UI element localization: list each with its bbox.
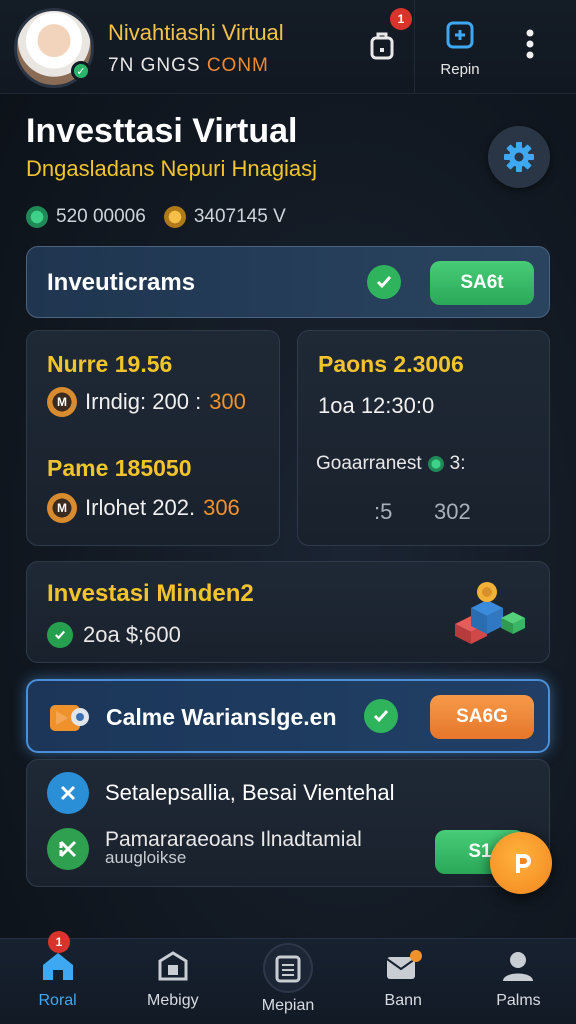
card-left-row-1-value: 300	[209, 389, 246, 414]
list-item-1-label: Setalepsallia, Besai Vientehal	[105, 780, 395, 805]
highlight-label: Calme Warianslge.en	[106, 704, 337, 730]
list-item-2[interactable]: Pamararaeoans Ilnadtamial auugloikse	[47, 828, 362, 870]
highlight-row[interactable]: Calme Warianslge.en SA6G	[26, 679, 550, 753]
store-icon	[158, 951, 188, 981]
card-left-row-2-label: Irlohet 202.	[85, 495, 196, 520]
floating-action-button[interactable]	[490, 832, 552, 894]
list-item-2-line-2: auugloikse	[105, 848, 187, 867]
nav-badge: 1	[48, 931, 70, 953]
home-icon	[42, 953, 73, 980]
notification-badge: 1	[390, 8, 412, 30]
medal-icon: M	[47, 387, 77, 417]
cubes-illustration-icon	[455, 582, 525, 644]
nav-label: Palms	[496, 992, 541, 1009]
investment-banner[interactable]: Inveuticrams SA6t	[26, 246, 550, 318]
banner-label: Inveuticrams	[47, 269, 196, 296]
card-left-row-2: M Irlohet 202. 306	[47, 493, 240, 523]
user-id: 7N GNGS CONM	[108, 55, 269, 77]
close-circle-icon	[47, 772, 89, 814]
highlight-action-button[interactable]: SA6G	[430, 695, 534, 739]
banner-save-button[interactable]: SA6t	[430, 261, 534, 305]
shield-check-icon	[47, 622, 73, 648]
check-icon	[364, 699, 398, 733]
user-icon	[503, 952, 534, 981]
user-id-suffix: CONM	[206, 55, 269, 76]
invest-card-value: 2oa $;600	[83, 622, 181, 647]
card-left-row-1-label: Irndig: 200 :	[85, 389, 202, 414]
nav-label: Bann	[384, 992, 422, 1009]
stats-card-right[interactable]: Paons 2.3006 1oa 12:30:0 Goaarranest 3: …	[297, 330, 550, 546]
invest-card[interactable]: Investasi Minden2 2oa $;600	[26, 561, 550, 663]
rocket-icon	[50, 705, 89, 731]
card-left-title-1: Nurre 19.56	[47, 351, 173, 377]
pay-icon	[516, 854, 531, 873]
card-right-value-a: :5	[374, 499, 393, 524]
card-left-title-2: Pame 185050	[47, 455, 192, 481]
avatar[interactable]: ✓	[14, 8, 94, 88]
nav-center[interactable]: Mepian	[230, 939, 345, 1024]
check-icon	[367, 265, 401, 299]
nav-label: Mebigy	[147, 992, 199, 1009]
nav-messages[interactable]: Bann	[346, 939, 461, 1024]
stats-row: 520 00006 3407145 V	[26, 204, 286, 230]
page-title: Investtasi Virtual	[26, 112, 298, 150]
card-right-value-b: 302	[434, 499, 471, 524]
repin-button[interactable]: Repin	[428, 18, 492, 78]
nav-home[interactable]: 1 Roral	[0, 931, 115, 1024]
medal-icon: M	[47, 493, 77, 523]
card-right-row-label: Goaarranest	[316, 453, 422, 474]
shuffle-icon	[47, 828, 89, 870]
gold-coin-icon	[163, 206, 186, 228]
stats-card-left[interactable]: Nurre 19.56 M Irndig: 200 : 300 Pame 185…	[26, 330, 280, 546]
notification-bell-icon[interactable]	[364, 28, 400, 64]
user-id-prefix: 7N GNGS	[108, 55, 207, 76]
stat-2: 3407145 V	[193, 206, 286, 227]
clipboard-icon	[275, 955, 301, 983]
center-tab-circle	[263, 943, 313, 993]
page-subtitle: Dngasladans Nepuri Hnagiasj	[26, 156, 318, 181]
repin-label: Repin	[440, 61, 480, 78]
mail-icon	[386, 950, 423, 979]
card-left-row-1: M Irndig: 200 : 300	[47, 387, 246, 417]
green-coin-icon	[427, 456, 444, 472]
top-bar: ✓ Nivahtiashi Virtual 7N GNGS CONM 1 Rep…	[0, 0, 576, 94]
card-right-title: Paons 2.3006	[318, 351, 464, 377]
online-status-icon: ✓	[71, 61, 91, 81]
green-coin-icon	[26, 206, 48, 228]
nav-market[interactable]: Mebigy	[115, 939, 230, 1024]
more-menu-icon[interactable]	[520, 26, 540, 66]
stat-1: 520 00006	[56, 206, 146, 227]
bottom-nav: 1 Roral Mebigy Mepian Bann Palms	[0, 931, 576, 1024]
settings-button[interactable]	[488, 126, 550, 188]
invest-card-title: Investasi Minden2	[47, 580, 254, 607]
nav-profile[interactable]: Palms	[461, 939, 576, 1024]
repin-icon	[446, 21, 474, 49]
card-right-row-suffix: 3:	[449, 453, 466, 474]
invest-card-row: 2oa $;600	[47, 622, 181, 648]
divider	[414, 0, 415, 94]
card-left-row-2-value: 306	[203, 495, 240, 520]
list-item-2-text: Pamararaeoans Ilnadtamial auugloikse	[105, 828, 362, 867]
nav-label: Roral	[38, 992, 77, 1009]
user-name: Nivahtiashi Virtual	[108, 20, 284, 45]
nav-label: Mepian	[261, 997, 315, 1014]
list-item-1[interactable]: Setalepsallia, Besai Vientehal	[47, 772, 394, 814]
card-right-time: 1oa 12:30:0	[318, 393, 435, 418]
list-card[interactable]: Setalepsallia, Besai Vientehal Pamararae…	[26, 759, 550, 887]
card-right-row: Goaarranest 3:	[316, 453, 465, 475]
gear-icon	[504, 142, 534, 172]
list-item-2-line-1: Pamararaeoans Ilnadtamial	[105, 828, 362, 851]
